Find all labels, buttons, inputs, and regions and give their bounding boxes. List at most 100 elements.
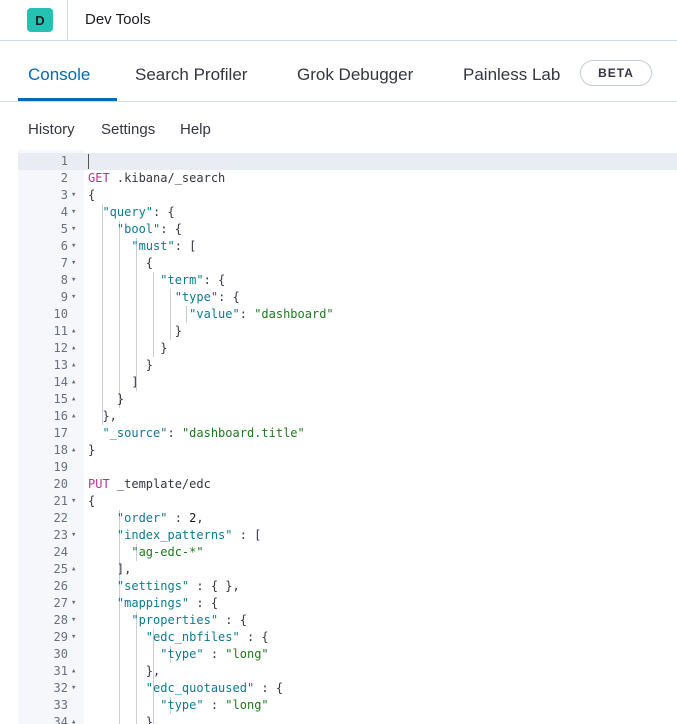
settings-menu-item[interactable]: Settings — [101, 121, 155, 138]
code-line[interactable]: 19 — [18, 459, 677, 476]
line-number: 11 — [53, 324, 68, 338]
code-line[interactable]: 9 ▾ "type": { — [18, 289, 677, 306]
fold-expand-icon[interactable]: ▴ — [71, 663, 81, 680]
code-token: _template/edc — [109, 477, 211, 491]
code-line[interactable]: 23 ▾ "index_patterns" : [ — [18, 527, 677, 544]
code-line[interactable]: 7 ▾ { — [18, 255, 677, 272]
code-line[interactable]: 5 ▾ "bool": { — [18, 221, 677, 238]
code-text: "index_patterns" : [ — [88, 527, 262, 544]
fold-expand-icon[interactable]: ▴ — [71, 408, 81, 425]
tab-console[interactable]: Console — [28, 65, 90, 85]
code-token: } — [88, 324, 182, 338]
code-token: }, — [88, 715, 161, 724]
app-avatar-badge[interactable]: D — [27, 8, 53, 32]
code-line[interactable]: 14 ▴ ] — [18, 374, 677, 391]
fold-collapse-icon[interactable]: ▾ — [71, 221, 81, 238]
code-text: PUT _template/edc — [88, 476, 211, 493]
line-number: 13 — [53, 358, 68, 372]
code-line[interactable]: 30 "type" : "long" — [18, 646, 677, 663]
code-text: } — [88, 357, 153, 374]
code-line[interactable]: 32 ▾ "edc_quotaused" : { — [18, 680, 677, 697]
fold-collapse-icon[interactable]: ▾ — [71, 493, 81, 510]
code-line[interactable]: 26 "settings" : { }, — [18, 578, 677, 595]
fold-expand-icon[interactable]: ▴ — [71, 391, 81, 408]
code-line[interactable]: 13 ▴ } — [18, 357, 677, 374]
line-number: 32 — [53, 681, 68, 695]
code-line[interactable]: 21 ▾ { — [18, 493, 677, 510]
fold-expand-icon[interactable]: ▴ — [71, 561, 81, 578]
console-editor[interactable]: 1 2 GET .kibana/_search 3 ▾{4 ▾ "query": {5 ▾ … — [18, 150, 677, 724]
fold-collapse-icon[interactable]: ▾ — [71, 272, 81, 289]
line-number: 29 — [53, 630, 68, 644]
code-line[interactable]: 28 ▾ "properties" : { — [18, 612, 677, 629]
code-line[interactable]: 31 ▴ }, — [18, 663, 677, 680]
code-line[interactable]: 22 "order" : 2, — [18, 510, 677, 527]
line-number: 4 — [60, 205, 68, 219]
selected-tab-indicator — [18, 98, 117, 101]
tab-search-profiler[interactable]: Search Profiler — [135, 65, 247, 85]
line-number: 7 — [60, 256, 68, 270]
fold-collapse-icon[interactable]: ▾ — [71, 255, 81, 272]
code-token: "properties" — [131, 613, 219, 627]
code-token: "dashboard" — [254, 307, 334, 321]
history-menu-item[interactable]: History — [28, 121, 75, 138]
line-number: 27 — [53, 596, 68, 610]
help-menu-item[interactable]: Help — [180, 121, 211, 138]
fold-collapse-icon[interactable]: ▾ — [71, 595, 81, 612]
fold-expand-icon[interactable]: ▴ — [71, 357, 81, 374]
fold-collapse-icon[interactable]: ▾ — [71, 629, 81, 646]
code-line[interactable]: 17 "_source": "dashboard.title" — [18, 425, 677, 442]
code-line[interactable]: 18 ▴} — [18, 442, 677, 459]
fold-collapse-icon[interactable]: ▾ — [71, 680, 81, 697]
fold-collapse-icon[interactable]: ▾ — [71, 187, 81, 204]
code-token: GET — [88, 171, 110, 185]
text-cursor — [88, 154, 89, 169]
fold-expand-icon[interactable]: ▴ — [71, 442, 81, 459]
code-line[interactable]: 24 "ag-edc-*" — [18, 544, 677, 561]
code-line[interactable]: 15 ▴ } — [18, 391, 677, 408]
code-text: { — [88, 493, 95, 510]
code-token: PUT — [88, 477, 110, 491]
fold-collapse-icon[interactable]: ▾ — [71, 204, 81, 221]
code-token: "ag-edc-*" — [131, 545, 204, 559]
code-line[interactable]: 11 ▴ } — [18, 323, 677, 340]
code-line[interactable]: 6 ▾ "must": [ — [18, 238, 677, 255]
tab-painless-lab[interactable]: Painless Lab — [463, 65, 560, 85]
code-line[interactable]: 29 ▾ "edc_nbfiles" : { — [18, 629, 677, 646]
code-text: "_source": "dashboard.title" — [88, 425, 304, 442]
fold-expand-icon[interactable]: ▴ — [71, 323, 81, 340]
fold-expand-icon[interactable]: ▴ — [71, 374, 81, 391]
code-line[interactable]: 10 "value": "dashboard" — [18, 306, 677, 323]
code-token: } — [88, 341, 168, 355]
code-line[interactable]: 34 ▴ }, — [18, 714, 677, 724]
code-line[interactable]: 20 PUT _template/edc — [18, 476, 677, 493]
tab-grok-debugger[interactable]: Grok Debugger — [297, 65, 413, 85]
fold-collapse-icon[interactable]: ▾ — [71, 238, 81, 255]
code-line[interactable]: 12 ▴ } — [18, 340, 677, 357]
code-line[interactable]: 16 ▴ }, — [18, 408, 677, 425]
line-number: 28 — [53, 613, 68, 627]
line-number: 33 — [53, 698, 68, 712]
line-number: 9 — [60, 290, 68, 304]
fold-expand-icon[interactable]: ▴ — [71, 340, 81, 357]
line-number: 6 — [60, 239, 68, 253]
code-line[interactable]: 8 ▾ "term": { — [18, 272, 677, 289]
code-token: "settings" — [116, 579, 190, 593]
fold-collapse-icon[interactable]: ▾ — [71, 527, 81, 544]
code-line[interactable]: 33 "type" : "long" — [18, 697, 677, 714]
code-line[interactable]: 25 ▴ ], — [18, 561, 677, 578]
code-token: "must" — [131, 239, 175, 253]
code-line[interactable]: 2 GET .kibana/_search — [18, 170, 677, 187]
code-line[interactable]: 3 ▾ { — [18, 187, 677, 204]
code-line[interactable]: 1 — [18, 153, 677, 170]
fold-expand-icon[interactable]: ▴ — [71, 714, 81, 724]
code-text: ], — [88, 561, 131, 578]
fold-collapse-icon[interactable]: ▾ — [71, 289, 81, 306]
code-line[interactable]: 4 ▾ "query": { — [18, 204, 677, 221]
fold-collapse-icon[interactable]: ▾ — [71, 612, 81, 629]
code-line[interactable]: 27 ▾ "mappings" : { — [18, 595, 677, 612]
code-token: { — [88, 494, 96, 508]
